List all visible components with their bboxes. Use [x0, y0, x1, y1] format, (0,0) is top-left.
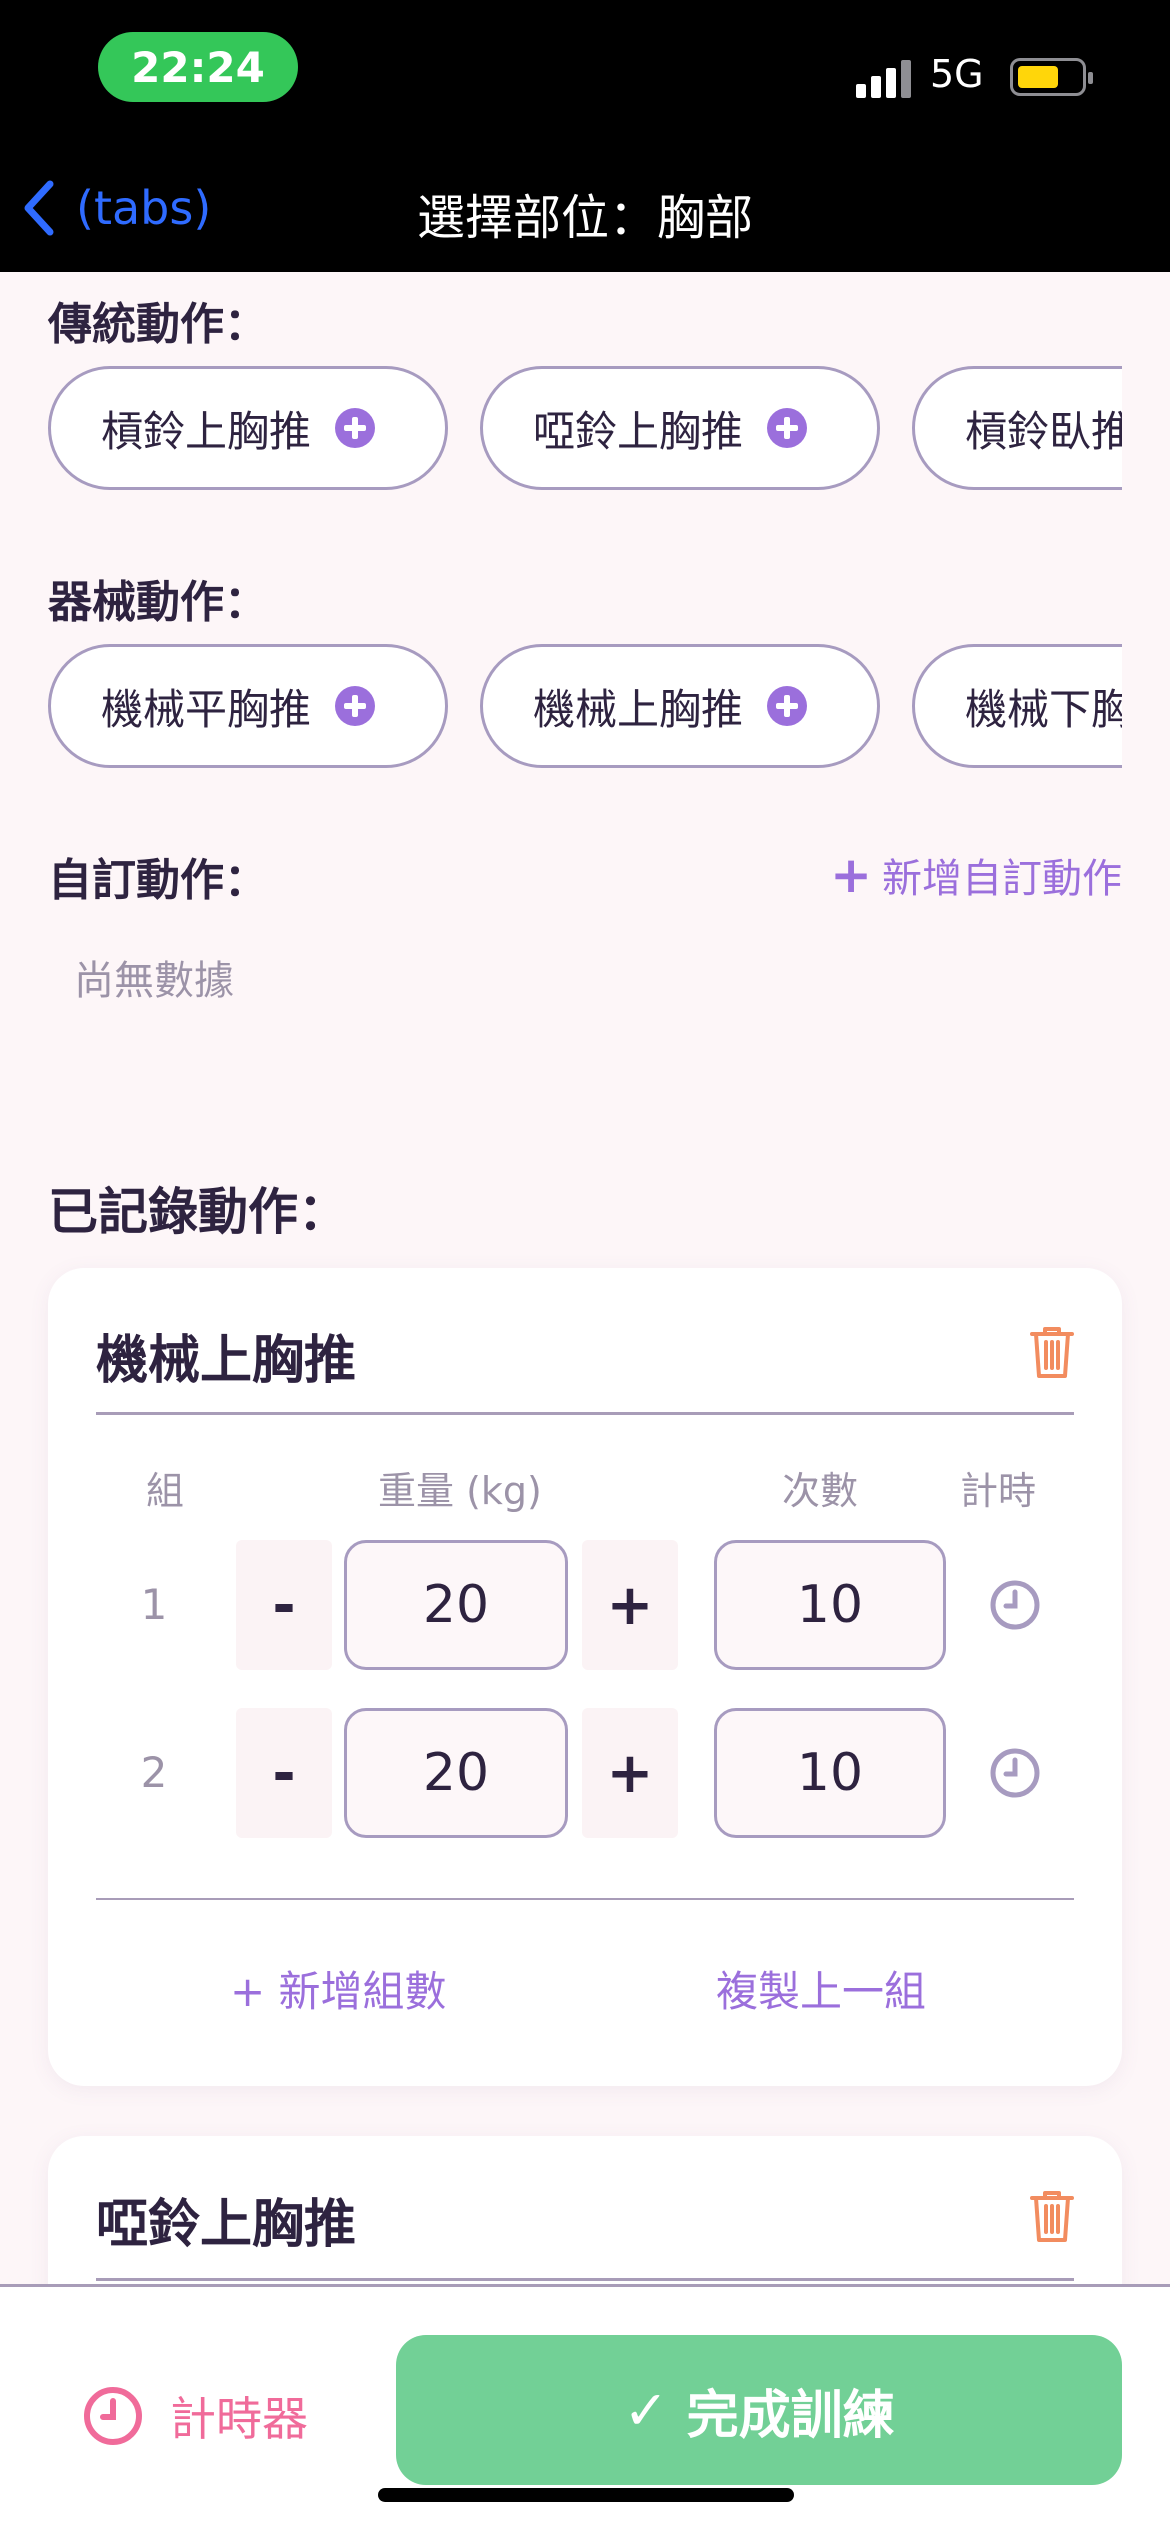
signal-icon: [856, 58, 916, 98]
empty-state-text: 尚無數據: [74, 958, 234, 1004]
exercise-card-title: 啞鈴上胸推: [96, 2195, 357, 2255]
check-icon: ✓: [623, 2378, 669, 2442]
exercise-chip[interactable]: 啞鈴上胸推: [480, 366, 880, 490]
chip-label: 機械平胸推: [101, 684, 312, 734]
home-indicator: [378, 2488, 794, 2502]
trash-icon[interactable]: [1028, 2188, 1076, 2244]
set-number: 1: [140, 1580, 168, 1629]
decrease-weight-button[interactable]: -: [236, 1540, 332, 1670]
card-divider: [96, 2278, 1074, 2281]
chip-row-traditional: 槓鈴上胸推 啞鈴上胸推 槓鈴臥推: [48, 366, 1122, 496]
column-header-set: 組: [146, 1469, 185, 1513]
plus-circle-icon: [335, 408, 376, 448]
column-header-timer: 計時: [960, 1469, 1037, 1513]
timer-button[interactable]: 計時器: [82, 2383, 308, 2449]
add-set-button[interactable]: + 新增組數: [230, 1958, 447, 2019]
weight-input[interactable]: 20: [344, 1708, 568, 1838]
add-custom-exercise-button[interactable]: + 新增自訂動作: [830, 846, 1122, 904]
clock-icon[interactable]: [988, 1746, 1042, 1800]
finish-workout-button[interactable]: ✓ 完成訓練: [396, 2335, 1122, 2485]
plus-circle-icon: [767, 408, 808, 448]
exercise-chip[interactable]: 機械上胸推: [480, 644, 880, 768]
plus-icon: +: [830, 846, 872, 904]
column-header-weight: 重量 (kg): [378, 1469, 542, 1513]
plus-circle-icon: [767, 686, 808, 726]
exercise-chip[interactable]: 機械平胸推: [48, 644, 448, 768]
card-divider: [96, 1898, 1074, 1900]
section-title-traditional: 傳統動作：: [48, 299, 268, 350]
section-title-recorded: 已記錄動作：: [48, 1183, 348, 1241]
trash-icon[interactable]: [1028, 1324, 1076, 1380]
battery-icon: [1010, 58, 1093, 96]
reps-input[interactable]: 10: [714, 1708, 946, 1838]
card-divider: [96, 1412, 1074, 1415]
plus-circle-icon: [335, 686, 376, 726]
section-title-custom: 自訂動作：: [48, 855, 268, 906]
clock-icon[interactable]: [988, 1578, 1042, 1632]
chip-row-machine: 機械平胸推 機械上胸推 機械下胸推: [48, 644, 1122, 774]
exercise-chip[interactable]: 槓鈴臥推: [912, 366, 1122, 490]
section-title-machine: 器械動作：: [48, 577, 268, 628]
chip-label: 機械下胸推: [965, 684, 1122, 734]
status-time: 22:24: [98, 32, 298, 102]
top-bar: 22:24 5G (tabs) 選擇部位：胸部: [0, 0, 1170, 272]
reps-input[interactable]: 10: [714, 1540, 946, 1670]
chip-label: 槓鈴臥推: [965, 406, 1122, 456]
increase-weight-button[interactable]: +: [582, 1540, 678, 1670]
clock-icon: [84, 2387, 142, 2445]
exercise-chip[interactable]: 機械下胸推: [912, 644, 1122, 768]
chip-label: 槓鈴上胸推: [101, 406, 312, 456]
decrease-weight-button[interactable]: -: [236, 1708, 332, 1838]
set-number: 2: [140, 1748, 168, 1797]
weight-input[interactable]: 20: [344, 1540, 568, 1670]
exercise-card-title: 機械上胸推: [96, 1331, 357, 1391]
column-header-reps: 次數: [782, 1469, 859, 1513]
network-label: 5G: [930, 52, 984, 96]
chip-label: 機械上胸推: [533, 684, 744, 734]
increase-weight-button[interactable]: +: [582, 1708, 678, 1838]
exercise-card: 機械上胸推 組 重量 (kg) 次數 計時 1 - 20 + 10 2 - 20…: [48, 1268, 1122, 2086]
copy-previous-set-button[interactable]: 複製上一組: [716, 1958, 926, 2019]
add-custom-label: 新增自訂動作: [882, 856, 1122, 902]
exercise-chip[interactable]: 槓鈴上胸推: [48, 366, 448, 490]
timer-label: 計時器: [170, 2392, 308, 2446]
chip-label: 啞鈴上胸推: [533, 406, 744, 456]
finish-label: 完成訓練: [686, 2385, 895, 2446]
page-title: 選擇部位：胸部: [416, 190, 753, 246]
